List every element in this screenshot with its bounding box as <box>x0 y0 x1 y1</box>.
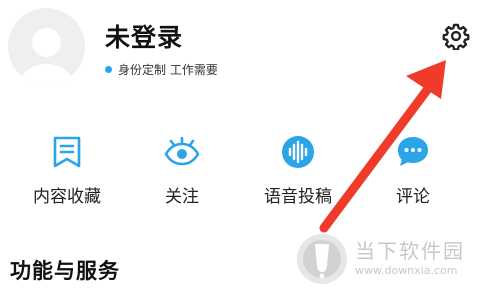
avatar-head <box>32 28 61 57</box>
quick-actions: 内容收藏 关注 语音投稿 评论 <box>0 128 478 210</box>
action-label: 评论 <box>396 187 430 207</box>
identity-dot-icon <box>105 66 112 73</box>
avatar[interactable] <box>8 8 85 85</box>
comment-icon <box>393 132 433 172</box>
action-favorites[interactable]: 内容收藏 <box>17 128 117 210</box>
watermark-url: www.downxia.com <box>355 264 458 277</box>
action-label: 内容收藏 <box>33 187 101 207</box>
avatar-body <box>20 64 73 85</box>
action-label: 语音投稿 <box>264 187 332 207</box>
profile-page: 未登录 身份定制 工作需要 内容收藏 关注 语音投稿 评论 功能与服务 当下软件… <box>0 0 478 299</box>
user-name[interactable]: 未登录 <box>105 18 183 54</box>
eye-icon <box>162 132 202 172</box>
section-title: 功能与服务 <box>10 259 120 283</box>
watermark: 当下软件园 www.downxia.com <box>295 232 475 292</box>
action-voice-submit[interactable]: 语音投稿 <box>248 128 348 210</box>
gear-icon <box>442 23 470 50</box>
bookmark-icon <box>47 132 87 172</box>
action-follow[interactable]: 关注 <box>132 128 232 210</box>
action-label: 关注 <box>165 187 199 207</box>
identity-line[interactable]: 身份定制 工作需要 <box>105 61 218 78</box>
voice-icon <box>278 132 318 172</box>
watermark-brand: 当下软件园 <box>355 239 465 263</box>
watermark-logo-icon <box>297 234 347 284</box>
action-comment[interactable]: 评论 <box>363 128 463 210</box>
identity-text: 身份定制 工作需要 <box>118 63 218 77</box>
settings-button[interactable] <box>440 20 472 52</box>
